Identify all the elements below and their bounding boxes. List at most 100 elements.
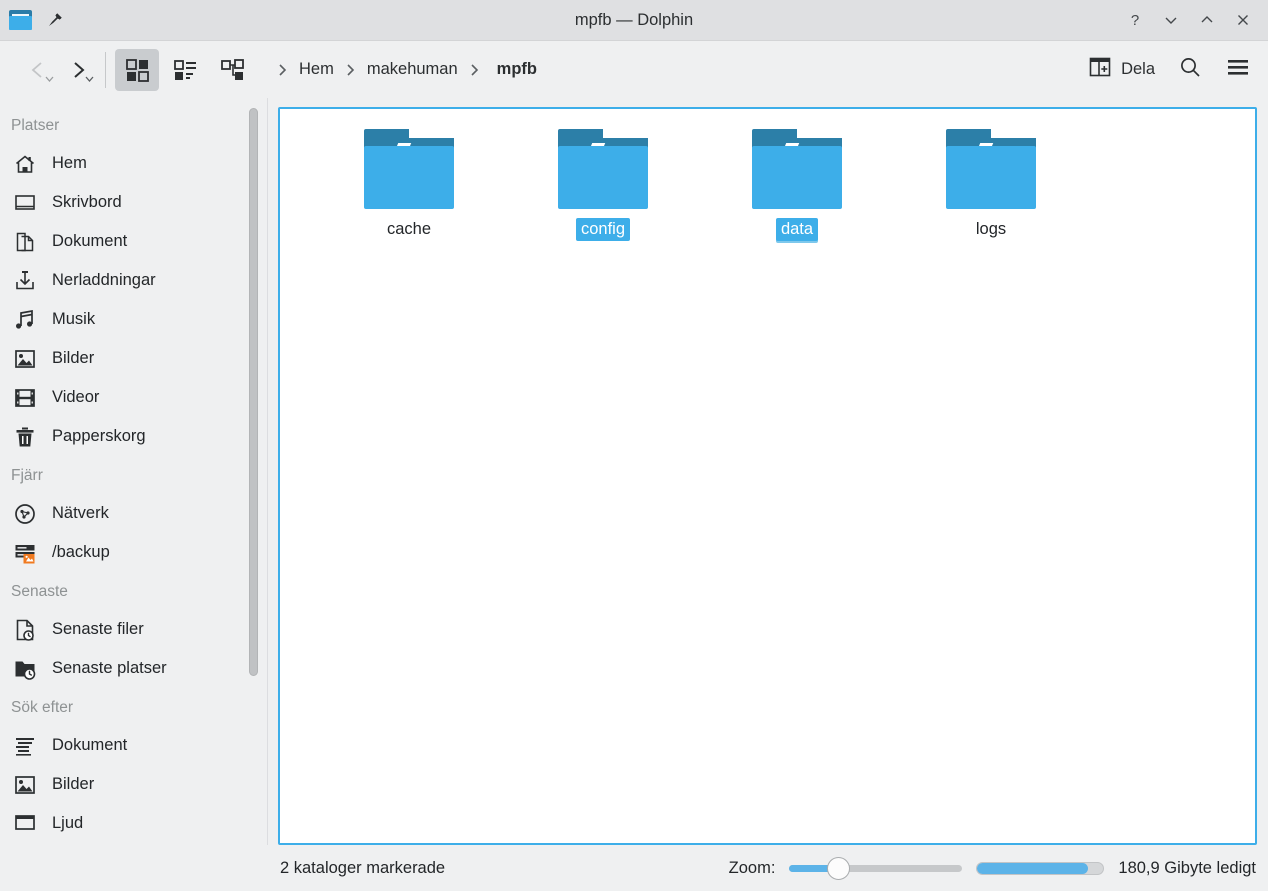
sidebar-section-fjarr: Fjärr [11,467,43,484]
sidebar-scrollbar[interactable] [249,108,258,676]
titlebar-left-icons [0,10,64,30]
sidebar-item-label: Dokument [52,232,128,250]
recent-folder-icon [13,657,37,681]
forward-dropdown-icon[interactable] [84,70,95,88]
breadcrumb-item-hem[interactable]: Hem [296,57,337,82]
sidebar-section-senaste: Senaste [11,583,68,600]
split-view-button[interactable]: Dela [1079,49,1164,90]
search-icon [1178,55,1203,85]
sidebar-item-senaste-platser[interactable]: Senaste platser [0,649,268,688]
home-icon [13,152,37,176]
window-title: mpfb — Dolphin [574,10,694,29]
music-icon [13,308,37,332]
menu-button[interactable] [1216,49,1260,91]
file-item-label: config [575,218,631,241]
folder-icon [9,10,32,30]
main-body: Platser Hem Skrivbord Dokument Nerladdni… [0,98,1268,845]
selection-status-text: 2 kataloger markerade [280,858,446,877]
remote-disk-icon [13,541,37,565]
sidebar-item-label: Senaste filer [52,620,144,638]
places-sidebar: Platser Hem Skrivbord Dokument Nerladdni… [0,98,268,845]
breadcrumb: Hem makehuman mpfb [269,57,540,82]
back-dropdown-icon[interactable] [44,70,55,88]
zoom-slider[interactable] [789,857,963,880]
sidebar-item-label: Musik [52,310,96,328]
back-button[interactable] [18,50,58,90]
pin-icon[interactable] [46,11,64,29]
sidebar-item-sok-bilder[interactable]: Bilder [0,765,268,804]
free-space-bar[interactable] [976,861,1105,875]
folder-icon [364,129,454,209]
icons-view-button[interactable] [115,48,159,91]
sidebar-item-label: Nätverk [52,504,109,522]
maximize-button[interactable] [1190,3,1224,37]
sidebar-item-senaste-filer[interactable]: Senaste filer [0,610,268,649]
folder-icon [752,129,842,209]
sidebar-divider [267,98,268,845]
sidebar-item-label: Senaste platser [52,659,167,677]
statusbar-right: Zoom: 180,9 Gibyte ledigt [728,857,1256,880]
sidebar-item-musik[interactable]: Musik [0,300,268,339]
search-audio-icon [13,812,37,836]
window-controls: ? [1118,3,1268,37]
statusbar: 2 kataloger markerade Zoom: 180,9 Gibyte… [0,845,1268,891]
sidebar-item-natverk[interactable]: /backup Nätverk [0,494,268,533]
sidebar-section-platser: Platser [11,117,60,134]
hamburger-menu-icon [1225,54,1251,85]
sidebar-item-label: Nerladdningar [52,271,156,289]
compact-view-button[interactable] [163,49,207,91]
breadcrumb-separator-icon [469,62,480,78]
sidebar-item-sok-dokument[interactable]: Dokument [0,726,268,765]
file-item-label: cache [386,220,432,238]
video-icon [13,386,37,410]
file-item-data[interactable]: data [700,119,894,241]
sidebar-item-bilder[interactable]: Bilder [0,339,268,378]
details-view-button[interactable] [211,49,255,91]
toolbar-divider [105,51,106,88]
folder-icon [558,129,648,209]
dolphin-window: mpfb — Dolphin ? Hem makehuman mpfb Dela… [0,0,1268,891]
sidebar-item-papperskorg[interactable]: Papperskorg [0,417,268,456]
zoom-slider-handle[interactable] [827,857,851,880]
file-item-logs[interactable]: logs [894,119,1088,241]
breadcrumb-separator-icon [277,62,288,78]
titlebar: mpfb — Dolphin ? [0,0,1268,41]
sidebar-item-sok-ljud[interactable]: Ljud [0,804,268,843]
file-item-config[interactable]: config [506,119,700,241]
help-button[interactable]: ? [1118,3,1152,37]
minimize-button[interactable] [1154,3,1188,37]
forward-button[interactable] [58,50,98,90]
free-space-bar-used [977,862,1089,874]
breadcrumb-separator-icon [345,62,356,78]
folder-icon [946,129,1036,209]
sidebar-item-label: Videor [52,388,100,406]
content-area-wrapper: cache config data logs [268,98,1268,845]
recent-file-icon [13,618,37,642]
breadcrumb-item-makehuman[interactable]: makehuman [364,57,461,82]
close-button[interactable] [1226,3,1260,37]
sidebar-item-videor[interactable]: Videor [0,378,268,417]
svg-text:?: ? [1131,12,1139,28]
download-icon [13,269,37,293]
breadcrumb-item-mpfb[interactable]: mpfb [494,57,540,82]
desktop-icon [13,191,37,215]
file-item-cache[interactable]: cache [312,119,506,241]
search-button[interactable] [1168,49,1212,91]
documents-icon [13,230,37,254]
free-space-label: 180,9 Gibyte ledigt [1118,858,1256,877]
sidebar-item-backup[interactable]: /backup [0,533,268,572]
network-icon [13,502,37,526]
sidebar-item-nerladdningar[interactable]: Nerladdningar [0,261,268,300]
search-documents-icon [13,734,37,758]
sidebar-item-hem[interactable]: Hem [0,144,268,183]
file-item-label: logs [975,220,1007,238]
file-view[interactable]: cache config data logs [278,107,1257,845]
toolbar: Hem makehuman mpfb Dela [0,41,1268,98]
sidebar-item-label: Papperskorg [52,427,146,445]
split-view-label: Dela [1121,60,1155,78]
file-item-label: data [775,218,819,241]
sidebar-item-label: Hem [52,154,87,172]
sidebar-item-dokument[interactable]: Dokument [0,222,268,261]
zoom-label: Zoom: [728,858,776,877]
sidebar-item-skrivbord[interactable]: Skrivbord [0,183,268,222]
